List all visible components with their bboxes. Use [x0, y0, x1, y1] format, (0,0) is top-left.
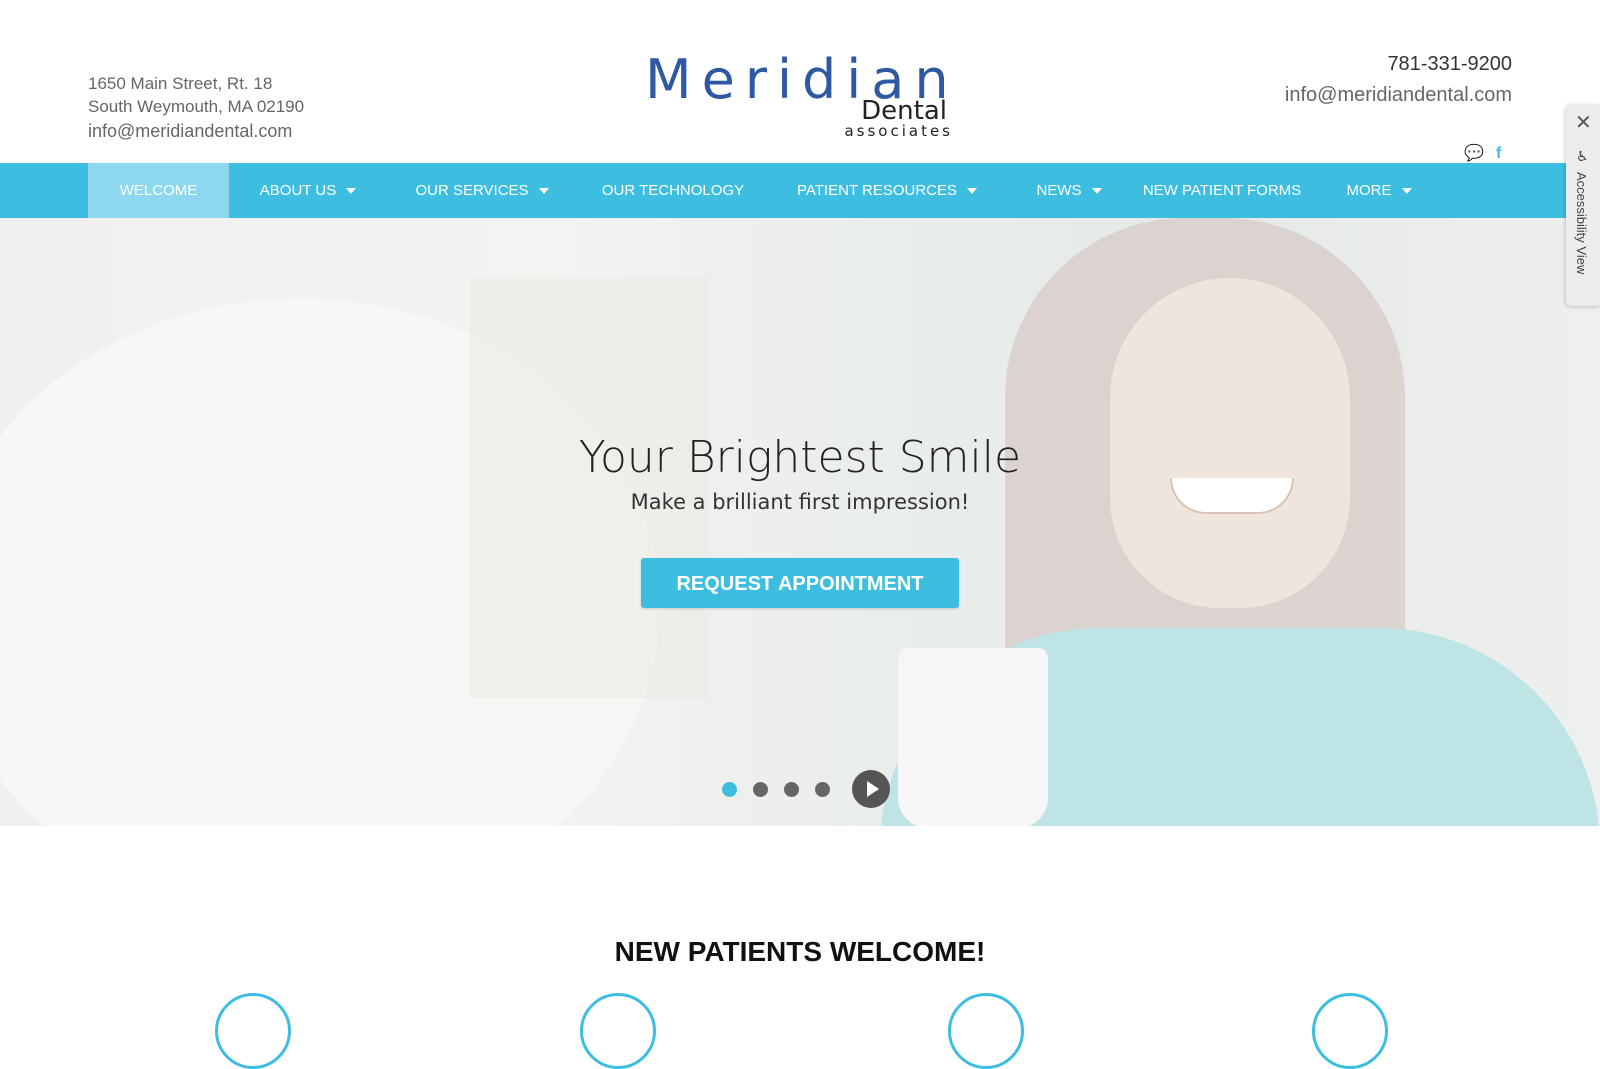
contact-block: 781-331-9200 info@meridiandental.com: [1285, 50, 1512, 112]
nav-item-our-technology[interactable]: OUR TECHNOLOGY: [577, 163, 769, 218]
nav-item-label: PATIENT RESOURCES: [796, 182, 958, 199]
feature-circle-3: [948, 993, 1024, 1069]
social-links: 💬 f: [1464, 146, 1514, 162]
slide-dot-1[interactable]: [722, 781, 737, 797]
play-icon[interactable]: [852, 770, 890, 808]
nav-item-about-us[interactable]: ABOUT US: [229, 163, 387, 218]
nav-item-label: WELCOME: [119, 182, 198, 199]
accessibility-icon: ♿: [1576, 148, 1589, 164]
hero-bg-shelf: [470, 278, 710, 698]
facebook-icon[interactable]: f: [1496, 146, 1514, 162]
slide-dot-3[interactable]: [784, 781, 799, 797]
caret-down-icon: [538, 187, 549, 194]
site-header: 1650 Main Street, Rt. 18 South Weymouth,…: [0, 0, 1600, 163]
slider-pagination: [722, 770, 890, 808]
nav-item-patient-resources[interactable]: PATIENT RESOURCES: [769, 163, 1005, 218]
feature-circle-2: [580, 993, 656, 1069]
caret-down-icon: [967, 187, 978, 194]
section-heading: NEW PATIENTS WELCOME!: [614, 936, 986, 968]
hero-subtitle: Make a brilliant first impression!: [630, 490, 970, 514]
request-appointment-button[interactable]: REQUEST APPOINTMENT: [641, 558, 959, 608]
email-link-right[interactable]: info@meridiandental.com: [1285, 78, 1512, 112]
feature-circle-4: [1312, 993, 1388, 1069]
caret-down-icon: [1401, 187, 1412, 194]
slide-dot-2[interactable]: [753, 781, 768, 797]
nav-item-welcome[interactable]: WELCOME: [88, 163, 229, 218]
nav-item-label: ABOUT US: [259, 182, 337, 199]
nav-list: WELCOME ABOUT US OUR SERVICES OUR TECHNOLOG…: [0, 163, 1600, 218]
email-link-left[interactable]: info@meridiandental.com: [88, 118, 304, 144]
nav-item-news[interactable]: NEWS: [1005, 163, 1133, 218]
nav-item-new-patient-forms[interactable]: NEW PATIENT FORMS: [1133, 163, 1311, 218]
chat-icon[interactable]: 💬: [1464, 146, 1484, 162]
close-icon[interactable]: ✕: [1575, 110, 1592, 135]
hero-cup: [898, 648, 1048, 826]
nav-item-label: OUR TECHNOLOGY: [601, 182, 745, 199]
nav-item-label: MORE: [1346, 182, 1392, 199]
logo-associates: associates: [844, 122, 953, 140]
caret-down-icon: [1091, 187, 1102, 194]
nav-item-our-services[interactable]: OUR SERVICES: [387, 163, 577, 218]
hero-title: Your Brightest Smile: [578, 432, 1022, 483]
accessibility-label: Accessibility View: [1574, 172, 1589, 275]
caret-down-icon: [346, 187, 357, 194]
nav-item-label: NEW PATIENT FORMS: [1142, 182, 1302, 199]
accessibility-tab[interactable]: ✕ ♿ Accessibility View: [1566, 104, 1600, 306]
hero-slider: Your Brightest Smile Make a brilliant fi…: [0, 218, 1600, 826]
main-nav: WELCOME ABOUT US OUR SERVICES OUR TECHNOLOG…: [0, 163, 1600, 218]
site-logo[interactable]: Meridian Dental associates: [645, 32, 965, 142]
address-line-2: South Weymouth, MA 02190: [88, 97, 305, 116]
feature-circle-1: [215, 993, 291, 1069]
nav-item-label: OUR SERVICES: [415, 182, 529, 199]
nav-item-label: NEWS: [1036, 182, 1082, 199]
address-line-1: 1650 Main Street, Rt. 18: [88, 74, 273, 93]
slide-dot-4[interactable]: [815, 781, 830, 797]
phone-link[interactable]: 781-331-9200: [1285, 50, 1512, 78]
nav-item-more[interactable]: MORE: [1311, 163, 1447, 218]
address-block: 1650 Main Street, Rt. 18 South Weymouth,…: [88, 72, 304, 144]
